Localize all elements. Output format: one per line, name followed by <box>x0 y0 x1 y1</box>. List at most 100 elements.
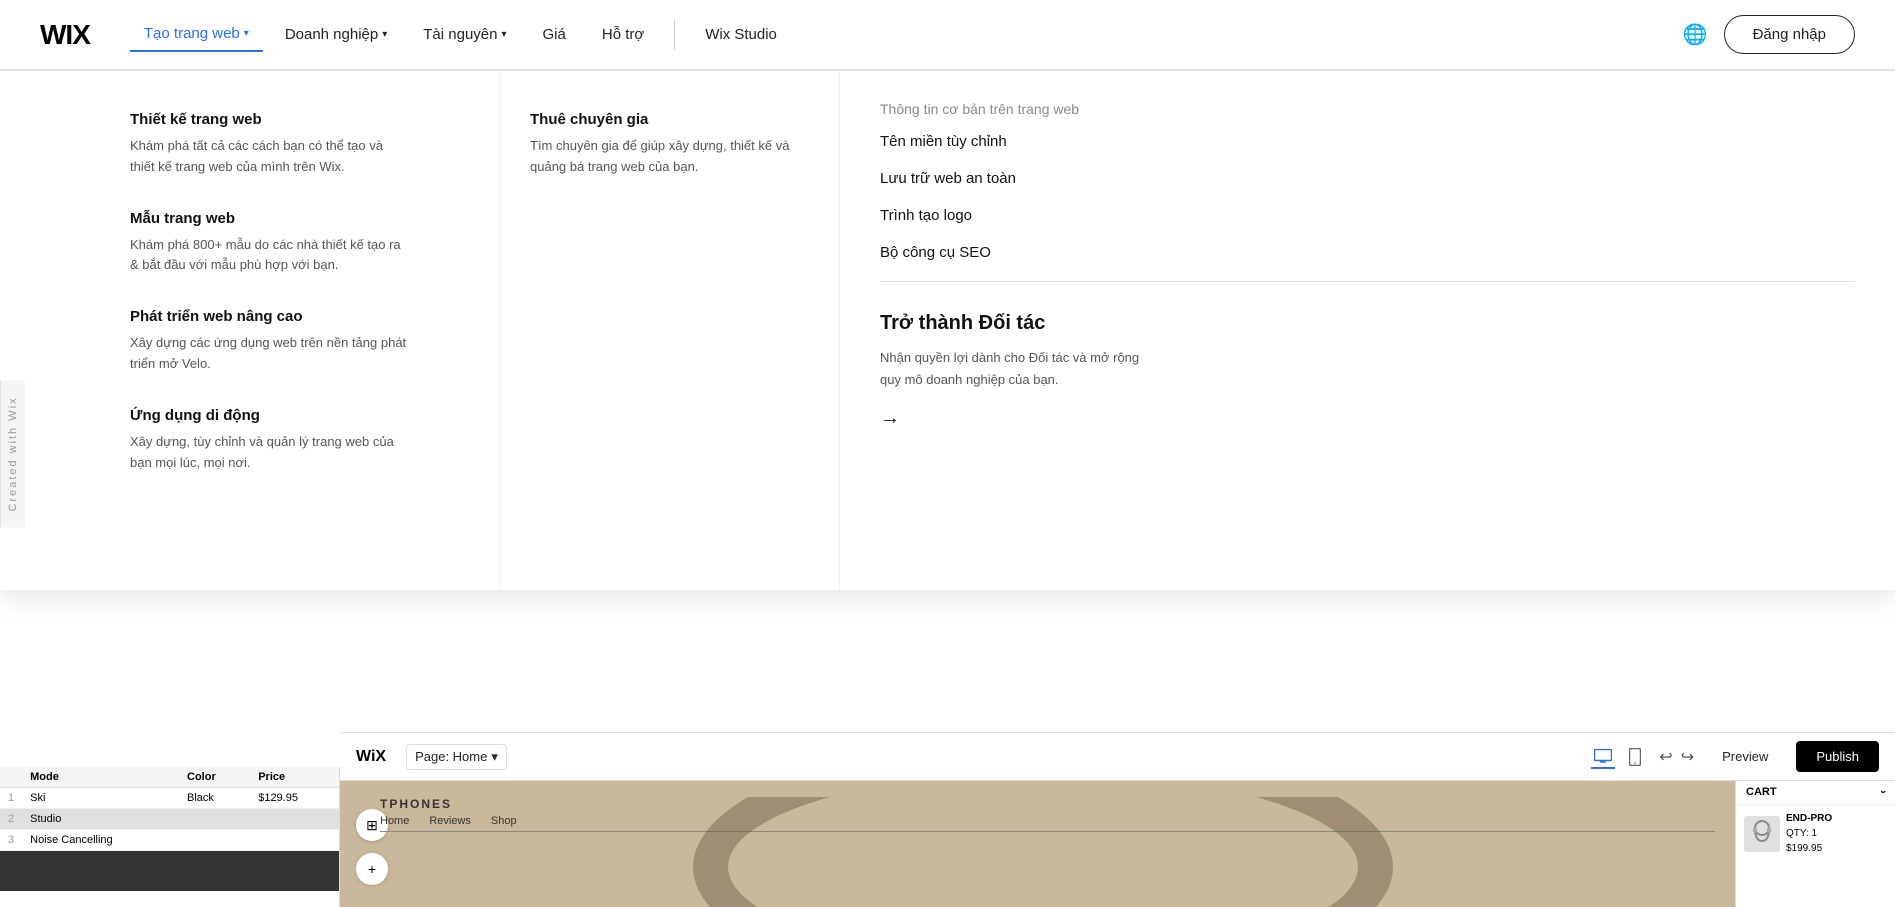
row-price-2 <box>250 809 339 830</box>
login-button[interactable]: Đăng nhập <box>1724 15 1855 54</box>
page-selector[interactable]: Page: Home ▾ <box>406 744 507 770</box>
partner-section: Trở thành Đối tác Nhận quyền lợi dành ch… <box>880 281 1855 430</box>
menu-item-hire-title[interactable]: Thuê chuyên gia <box>530 111 809 128</box>
page-chevron-icon: ▾ <box>491 749 498 765</box>
table-col-num <box>0 767 22 788</box>
menu-item-hire-desc: Tìm chuyên gia để giúp xây dựng, thiết k… <box>530 136 809 178</box>
nav-right: 🌐 Đăng nhập <box>1683 15 1855 54</box>
device-icons <box>1591 745 1647 769</box>
editor-wix-logo: WiX <box>356 748 386 766</box>
cart-item-name: END-PRO <box>1786 811 1832 826</box>
nav-link-wix-studio[interactable]: Wix Studio <box>691 18 791 51</box>
side-vertical-text: Created with Wix <box>0 380 25 527</box>
editor-strip: WiX Page: Home ▾ ↩ ↪ <box>340 732 1895 907</box>
desktop-icon[interactable] <box>1591 745 1615 769</box>
menu-item-mobile-title[interactable]: Ứng dụng di động <box>130 407 459 424</box>
canvas-icon-plus[interactable]: + <box>356 853 388 885</box>
row-mode-1: Ski <box>22 788 179 809</box>
nav-link-price-label: Giá <box>543 26 566 43</box>
menu-item-mobile: Ứng dụng di động Xây dựng, tùy chỉnh và … <box>130 407 459 474</box>
partner-desc: Nhận quyền lợi dành cho Đối tác và mở rộ… <box>880 347 1140 391</box>
dropdown-center-panel: Thuê chuyên gia Tìm chuyên gia để giúp x… <box>500 71 840 590</box>
menu-link-basics[interactable]: Thông tin cơ bản trên trang web <box>880 101 1855 117</box>
editor-canvas: ⊞ + TPHONES Home Reviews Shop CART <box>340 781 1895 907</box>
cart-panel: CART › END-PRO QTY: 1 <box>1735 781 1895 907</box>
row-color-2 <box>179 809 250 830</box>
menu-link-hosting[interactable]: Lưu trữ web an toàn <box>880 170 1855 187</box>
undo-redo: ↩ ↪ <box>1659 747 1694 767</box>
nav-links: Tạo trang web ▾ Doanh nghiệp ▾ Tài nguyê… <box>130 17 1683 52</box>
nav-link-resources[interactable]: Tài nguyên ▾ <box>409 18 520 51</box>
menu-item-design: Thiết kế trang web Khám phá tất cả các c… <box>130 111 459 178</box>
nav-divider <box>674 20 675 50</box>
headphone-visual <box>390 797 1695 907</box>
nav-link-business-label: Doanh nghiệp <box>285 26 378 43</box>
menu-link-seo[interactable]: Bộ công cụ SEO <box>880 244 1855 261</box>
menu-item-templates-title[interactable]: Mẫu trang web <box>130 210 459 227</box>
nav-link-support-label: Hỗ trợ <box>602 26 644 43</box>
nav-link-price[interactable]: Giá <box>529 18 580 51</box>
row-num-3: 3 <box>0 830 22 851</box>
menu-item-design-desc: Khám phá tất cả các cách bạn có thể tạo … <box>130 136 410 178</box>
dropdown-left-panel: Thiết kế trang web Khám phá tất cả các c… <box>0 71 500 590</box>
publish-button[interactable]: Publish <box>1796 741 1879 772</box>
cart-item-image <box>1744 816 1780 852</box>
chevron-down-icon: ▾ <box>501 29 506 40</box>
row-num-1: 1 <box>0 788 22 809</box>
product-table: Mode Color Price 1 Ski Black $129.95 2 S… <box>0 767 339 851</box>
preview-button[interactable]: Preview <box>1706 743 1784 770</box>
cart-item-price: $199.95 <box>1786 841 1832 856</box>
table-col-mode: Mode <box>22 767 179 788</box>
partner-arrow-icon[interactable]: → <box>880 407 900 430</box>
nav-link-wix-studio-label: Wix Studio <box>705 26 777 43</box>
table-row[interactable]: 3 Noise Cancelling <box>0 830 339 851</box>
table-col-price: Price <box>250 767 339 788</box>
editor-toolbar: WiX Page: Home ▾ ↩ ↪ <box>340 733 1895 781</box>
row-price-3 <box>250 830 339 851</box>
mobile-icon[interactable] <box>1623 745 1647 769</box>
row-color-3 <box>179 830 250 851</box>
nav-link-business[interactable]: Doanh nghiệp ▾ <box>271 18 401 51</box>
partner-title: Trở thành Đối tác <box>880 312 1855 335</box>
cart-item: END-PRO QTY: 1 $199.95 <box>1736 805 1895 862</box>
table-row[interactable]: 1 Ski Black $129.95 <box>0 788 339 809</box>
page-label: Page: Home <box>415 749 487 764</box>
undo-icon[interactable]: ↩ <box>1659 747 1672 767</box>
table-col-color: Color <box>179 767 250 788</box>
cart-item-qty: QTY: 1 <box>1786 826 1832 841</box>
menu-item-advanced: Phát triển web nâng cao Xây dựng các ứng… <box>130 308 459 375</box>
row-num-2: 2 <box>0 809 22 830</box>
menu-item-advanced-title[interactable]: Phát triển web nâng cao <box>130 308 459 325</box>
color-swatch-dark <box>0 851 339 891</box>
left-table-panel: Mode Color Price 1 Ski Black $129.95 2 S… <box>0 767 340 907</box>
menu-item-design-title[interactable]: Thiết kế trang web <box>130 111 459 128</box>
row-color-1: Black <box>179 788 250 809</box>
dropdown-menu: Thiết kế trang web Khám phá tất cả các c… <box>0 70 1895 590</box>
cart-expand-icon[interactable]: › <box>1877 790 1889 794</box>
cart-label: CART <box>1746 786 1777 798</box>
nav-link-support[interactable]: Hỗ trợ <box>588 18 658 51</box>
partner-divider <box>880 281 1855 282</box>
wix-logo: WIX <box>40 19 90 51</box>
row-price-1: $129.95 <box>250 788 339 809</box>
headphone-arc <box>693 797 1393 907</box>
cart-item-info: END-PRO QTY: 1 $199.95 <box>1786 811 1832 856</box>
menu-item-advanced-desc: Xây dựng các ứng dụng web trên nền tảng … <box>130 333 410 375</box>
menu-item-hire: Thuê chuyên gia Tìm chuyên gia để giúp x… <box>530 111 809 178</box>
navbar: WIX Tạo trang web ▾ Doanh nghiệp ▾ Tài n… <box>0 0 1895 70</box>
menu-link-domain[interactable]: Tên miền tùy chỉnh <box>880 133 1855 150</box>
nav-link-resources-label: Tài nguyên <box>423 26 497 43</box>
redo-icon[interactable]: ↪ <box>1681 747 1694 767</box>
menu-item-templates-desc: Khám phá 800+ mẫu do các nhà thiết kế tạ… <box>130 235 410 277</box>
editor-inner: ⊞ + TPHONES Home Reviews Shop CART <box>340 789 1895 907</box>
nav-link-create[interactable]: Tạo trang web ▾ <box>130 17 263 52</box>
row-mode-3: Noise Cancelling <box>22 830 179 851</box>
menu-link-logo[interactable]: Trình tạo logo <box>880 207 1855 224</box>
nav-link-create-label: Tạo trang web <box>144 25 240 42</box>
globe-icon[interactable]: 🌐 <box>1683 22 1708 47</box>
row-mode-2: Studio <box>22 809 179 830</box>
table-row[interactable]: 2 Studio <box>0 809 339 830</box>
dropdown-right-panel: Thông tin cơ bản trên trang web Tên miền… <box>840 71 1895 590</box>
cart-header: CART › <box>1736 781 1895 805</box>
chevron-down-icon: ▾ <box>382 29 387 40</box>
